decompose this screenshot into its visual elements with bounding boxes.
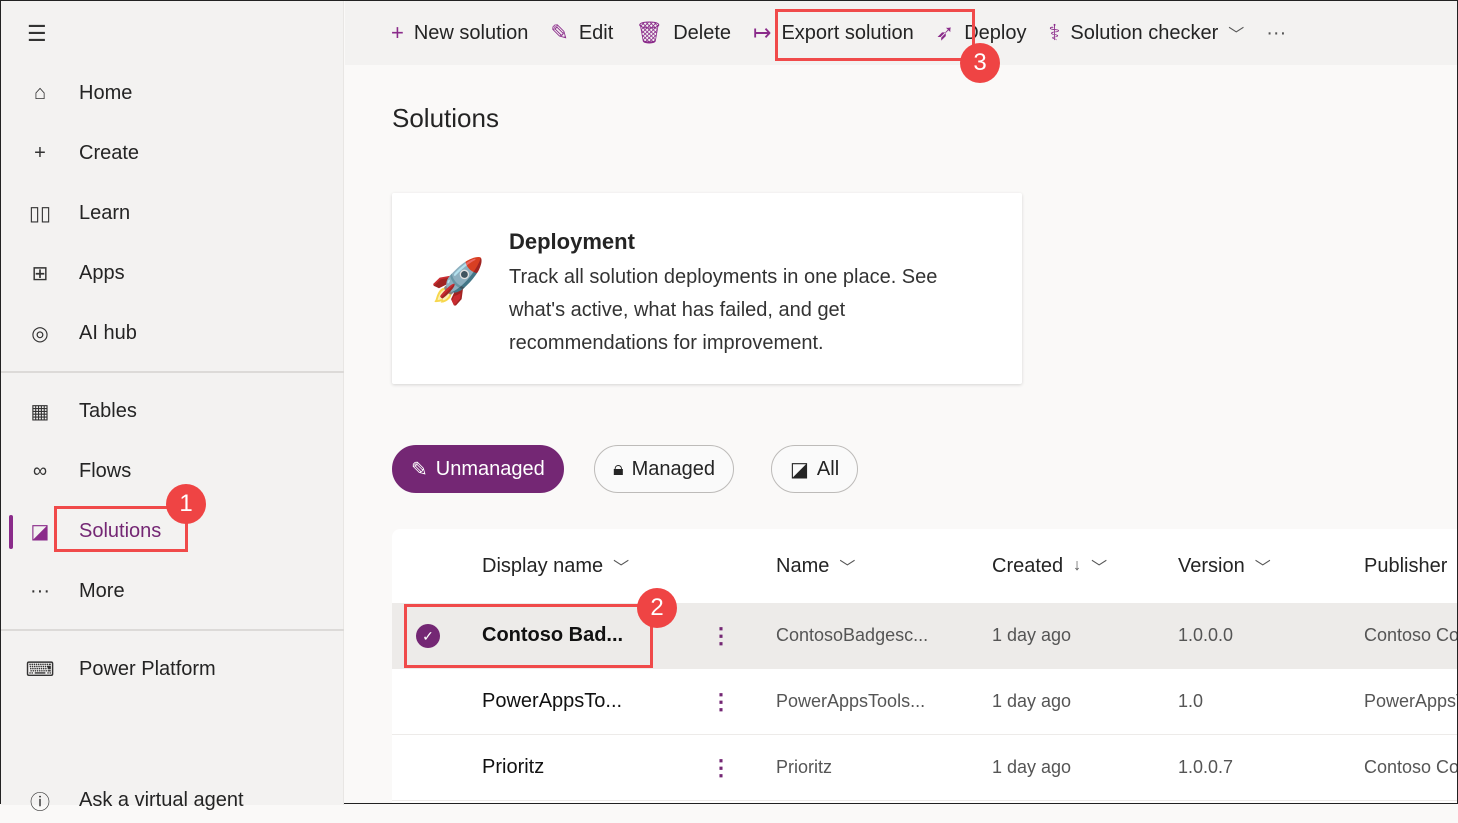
version: 1.0 xyxy=(1178,691,1204,711)
name: PowerAppsTools... xyxy=(776,691,926,711)
column-name[interactable]: Name ﹀ xyxy=(776,529,855,603)
delete-button[interactable]: 🗑 Delete xyxy=(635,20,731,46)
sidebar-item-flows[interactable]: ∞ Flows xyxy=(1,448,344,494)
flow-icon: ∞ xyxy=(32,459,48,482)
sidebar-item-learn[interactable]: ▯▯ Learn xyxy=(1,190,344,236)
publisher: Contoso Co xyxy=(1364,757,1457,777)
more-icon: ··· xyxy=(30,579,50,602)
publisher: Contoso Co xyxy=(1364,625,1457,645)
more-vertical-icon[interactable]: ⋮ xyxy=(710,735,732,800)
name: ContosoBadgesc... xyxy=(776,625,929,645)
chevron-down-icon: ﹀ xyxy=(1254,560,1271,577)
more-commands-button[interactable]: ··· xyxy=(1266,22,1286,45)
solutions-icon: ◪ xyxy=(790,458,809,481)
page-title: Solutions xyxy=(392,103,499,133)
divider xyxy=(1,371,344,373)
callout-badge: 1 xyxy=(166,484,206,524)
edit-button[interactable]: ✎ Edit xyxy=(550,20,613,46)
card-description: Track all solution deployments in one pl… xyxy=(509,266,938,354)
column-created[interactable]: Created ↓ ﹀ xyxy=(992,529,1107,603)
column-display-name[interactable]: Display name ﹀ xyxy=(482,529,629,603)
chevron-down-icon: ﹀ xyxy=(1228,27,1245,44)
chevron-down-icon: ﹀ xyxy=(613,560,630,577)
table-row[interactable]: PowerAppsTo... ⋮ PowerAppsTools... 1 day… xyxy=(392,669,1457,735)
power-platform-icon: ⌨ xyxy=(25,658,55,681)
chevron-down-icon: ﹀ xyxy=(1091,560,1108,577)
sidebar-item-power-platform[interactable]: ⌨ Power Platform xyxy=(1,646,344,692)
sidebar-item-ai-hub[interactable]: ◎ AI hub xyxy=(1,310,344,356)
more-vertical-icon[interactable]: ⋮ xyxy=(710,669,732,734)
rocket-icon: 🚀 xyxy=(430,257,485,306)
sidebar: ☰ ⌂ Home + Create ▯▯ Learn ⊞ Apps ◎ AI hub ▦ T… xyxy=(1,1,344,814)
sidebar-item-tables[interactable]: ▦ Tables xyxy=(1,388,344,434)
home-icon: ⌂ xyxy=(33,81,47,104)
lock-icon: 🔒︎ xyxy=(613,457,624,480)
display-name[interactable]: Prioritz xyxy=(482,735,544,800)
pencil-icon: ✎ xyxy=(550,20,569,45)
filter-unmanaged[interactable]: ✎ Unmanaged xyxy=(392,445,564,493)
publisher: PowerAppsT xyxy=(1364,691,1457,711)
version: 1.0.0.7 xyxy=(1178,757,1234,777)
table-header: Display name ﹀ Name ﹀ Created ↓ ﹀ Version ﹀ P… xyxy=(392,529,1457,603)
new-solution-button[interactable]: + New solution xyxy=(391,20,528,46)
display-name[interactable]: PowerAppsTo... xyxy=(482,669,622,734)
help-icon: ⓘ xyxy=(30,791,50,814)
solution-checker-button[interactable]: ⚕ Solution checker ﹀ xyxy=(1048,20,1244,46)
filter-managed[interactable]: 🔒︎ Managed xyxy=(594,445,735,493)
column-version[interactable]: Version ﹀ xyxy=(1178,529,1271,603)
callout-badge: 3 xyxy=(960,43,1000,83)
sidebar-item-more[interactable]: ··· More xyxy=(1,568,344,614)
callout-highlight xyxy=(775,9,975,61)
sidebar-item-create[interactable]: + Create xyxy=(1,130,344,176)
sidebar-item-apps[interactable]: ⊞ Apps xyxy=(1,250,344,296)
name: Prioritz xyxy=(776,757,833,777)
trash-icon: 🗑 xyxy=(635,20,664,45)
created: 1 day ago xyxy=(992,757,1072,777)
filter-all[interactable]: ◪ All xyxy=(771,445,859,493)
deployment-card[interactable]: 🚀 Deployment Track all solution deployme… xyxy=(392,193,1022,384)
column-publisher[interactable]: Publisher xyxy=(1364,529,1447,603)
export-icon: ↦ xyxy=(753,20,772,45)
card-title: Deployment xyxy=(509,229,635,254)
sidebar-item-ask-virtual-agent[interactable]: ⓘ Ask a virtual agent xyxy=(1,777,344,823)
plus-icon: + xyxy=(391,20,404,45)
sort-down-icon: ↓ xyxy=(1073,557,1082,574)
sidebar-item-home[interactable]: ⌂ Home xyxy=(1,70,344,116)
created: 1 day ago xyxy=(992,625,1072,645)
version: 1.0.0.0 xyxy=(1178,625,1234,645)
book-icon: ▯▯ xyxy=(28,202,51,225)
brain-icon: ◎ xyxy=(31,322,49,345)
table-icon: ▦ xyxy=(30,400,50,423)
table-row[interactable]: Prioritz ⋮ Prioritz 1 day ago 1.0.0.7 Co… xyxy=(392,735,1457,801)
divider xyxy=(1,629,344,631)
pencil-icon: ✎ xyxy=(411,458,428,481)
more-vertical-icon[interactable]: ⋮ xyxy=(710,603,732,668)
apps-icon: ⊞ xyxy=(31,262,49,285)
plus-icon: + xyxy=(34,141,46,164)
stethoscope-icon: ⚕ xyxy=(1048,20,1061,45)
chevron-down-icon: ﹀ xyxy=(839,560,856,577)
callout-badge: 2 xyxy=(637,588,677,628)
hamburger-menu-icon[interactable]: ☰ xyxy=(27,21,47,47)
callout-highlight xyxy=(404,604,653,668)
created: 1 day ago xyxy=(992,691,1072,711)
